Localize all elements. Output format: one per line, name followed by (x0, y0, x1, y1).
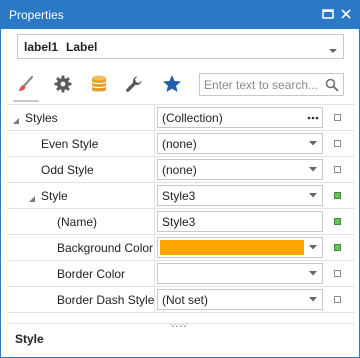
chevron-down-icon[interactable] (304, 264, 322, 283)
object-name: label1 (24, 40, 59, 54)
property-marker[interactable] (334, 166, 341, 173)
property-marker[interactable] (334, 296, 341, 303)
chevron-down-icon[interactable] (304, 290, 322, 309)
property-value: (none) (162, 163, 197, 177)
close-icon[interactable] (339, 7, 353, 21)
property-value-editor[interactable]: Style3 (157, 211, 323, 232)
property-row-styles[interactable]: Styles (Collection) (7, 105, 355, 131)
property-row-even-style[interactable]: Even Style (none) (7, 131, 355, 157)
splitter-grip-icon[interactable] (169, 317, 189, 331)
ellipsis-icon[interactable] (304, 108, 322, 127)
property-label: (Name) (57, 215, 98, 229)
property-label: Background Color (57, 241, 154, 255)
description-divider (7, 323, 355, 324)
chevron-down-icon[interactable] (304, 134, 322, 153)
property-value-editor[interactable]: (none) (157, 133, 323, 154)
property-marker[interactable] (334, 140, 341, 147)
object-selector[interactable]: label1 Label (17, 34, 344, 59)
property-row-odd-style[interactable]: Odd Style (none) (7, 157, 355, 183)
chevron-down-icon[interactable] (304, 238, 322, 257)
column-divider (154, 131, 155, 157)
property-value-editor[interactable]: (Not set) (157, 289, 323, 310)
property-value: (Not set) (162, 293, 209, 307)
description-title: Style (15, 332, 44, 346)
expanded-triangle-icon[interactable] (29, 192, 36, 206)
column-divider (154, 287, 155, 313)
property-value-editor[interactable] (157, 237, 323, 258)
object-type: Label (66, 40, 98, 54)
property-value-editor[interactable] (157, 263, 323, 284)
property-row-border-color[interactable]: Border Color (7, 261, 355, 287)
search-box[interactable] (199, 73, 344, 96)
property-row-style[interactable]: Style Style3 (7, 183, 355, 209)
search-input[interactable] (200, 74, 323, 95)
chevron-down-icon[interactable] (304, 186, 322, 205)
gear-icon[interactable] (52, 73, 74, 95)
window-title: Properties (9, 8, 64, 22)
property-value-editor[interactable]: Style3 (157, 185, 323, 206)
search-icon[interactable] (325, 78, 339, 95)
property-marker[interactable] (334, 244, 341, 251)
property-value: Style3 (162, 189, 196, 203)
column-divider (154, 209, 155, 235)
property-row-name[interactable]: (Name) Style3 (7, 209, 355, 235)
active-tab-indicator (13, 100, 39, 102)
property-marker[interactable] (334, 218, 341, 225)
column-divider (154, 235, 155, 261)
title-bar[interactable]: Properties (1, 1, 359, 29)
properties-window: Properties label1 Label Enter text to se… (0, 0, 360, 358)
float-window-icon[interactable] (321, 7, 335, 21)
column-divider (154, 105, 155, 131)
database-icon[interactable] (88, 73, 110, 95)
property-label: Border Color (57, 267, 126, 281)
property-value: (none) (162, 137, 197, 151)
star-icon[interactable] (161, 73, 183, 95)
property-row-background-color[interactable]: Background Color (7, 235, 355, 261)
property-marker[interactable] (334, 114, 341, 121)
property-label: Border Dash Style (57, 293, 155, 307)
chevron-down-icon[interactable] (329, 43, 337, 57)
property-marker[interactable] (334, 270, 341, 277)
property-value[interactable]: Style3 (162, 215, 195, 229)
property-marker[interactable] (334, 192, 341, 199)
property-label: Odd Style (41, 163, 94, 177)
property-label: Styles (25, 111, 58, 125)
property-value: (Collection) (162, 111, 223, 125)
property-row-border-dash-style[interactable]: Border Dash Style (Not set) (7, 287, 355, 313)
property-label: Style (41, 189, 68, 203)
color-swatch[interactable] (160, 240, 304, 255)
expanded-triangle-icon[interactable] (13, 114, 20, 128)
property-grid: Styles (Collection) Even Style (none) Od… (7, 104, 355, 313)
property-label: Even Style (41, 137, 99, 151)
chevron-down-icon[interactable] (304, 160, 322, 179)
property-value-editor[interactable]: (Collection) (157, 107, 323, 128)
column-divider (154, 157, 155, 183)
wrench-icon[interactable] (123, 73, 145, 95)
column-divider (154, 261, 155, 287)
column-divider (154, 183, 155, 209)
property-value-editor[interactable]: (none) (157, 159, 323, 180)
brush-icon[interactable] (15, 73, 37, 95)
